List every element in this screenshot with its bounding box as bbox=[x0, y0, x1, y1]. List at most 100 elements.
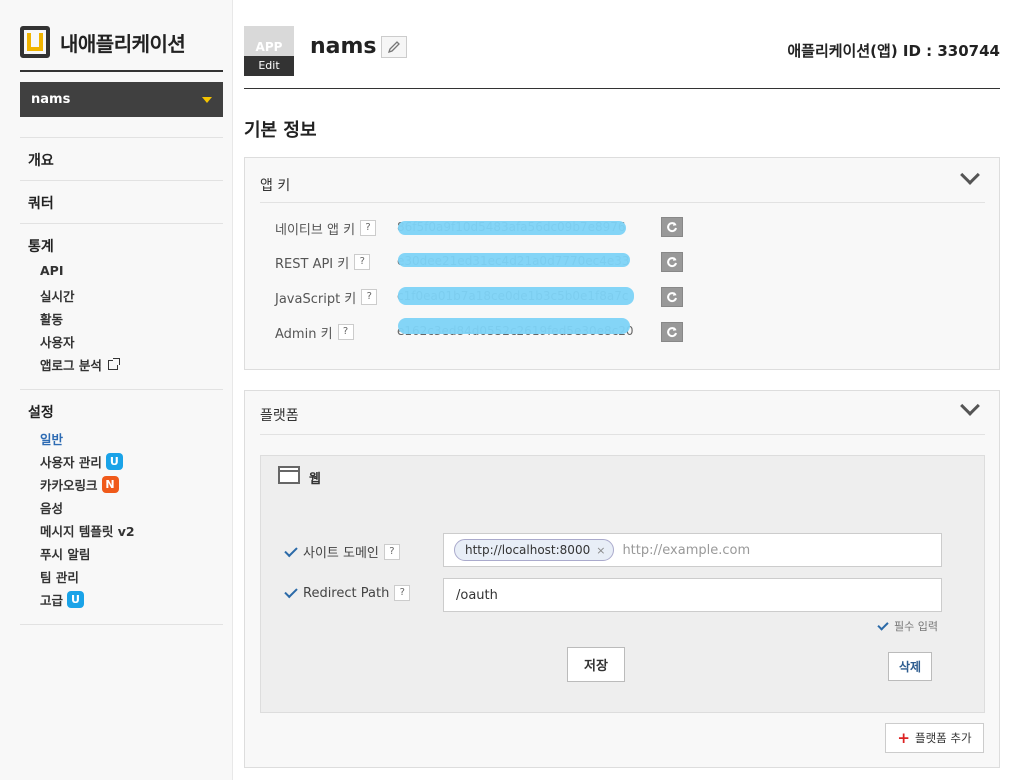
external-link-icon bbox=[107, 357, 120, 370]
redaction-mark bbox=[398, 221, 626, 235]
brand-logo[interactable]: 내애플리케이션 bbox=[20, 24, 186, 60]
sidebar-item-kakaolink[interactable]: 카카오링크 N bbox=[40, 475, 119, 494]
logo-icon bbox=[20, 26, 50, 58]
help-icon[interactable]: ? bbox=[337, 324, 354, 340]
chevron-down-icon[interactable] bbox=[960, 396, 980, 416]
key-row-admin: Admin 키 ? bbox=[275, 320, 354, 344]
add-platform-button[interactable]: + 플랫폼 추가 bbox=[885, 723, 984, 753]
site-domain-input[interactable]: http://localhost:8000 × http://example.c… bbox=[443, 533, 942, 567]
required-note-text: 필수 입력 bbox=[894, 620, 938, 633]
regenerate-key-button[interactable] bbox=[661, 252, 683, 272]
sidebar-section-settings[interactable]: 설정 bbox=[28, 402, 54, 422]
sidebar-item-advanced[interactable]: 고급 U bbox=[40, 590, 85, 609]
key-row-javascript: JavaScript 키 ? bbox=[275, 285, 378, 309]
check-icon bbox=[284, 543, 298, 557]
domain-chip[interactable]: http://localhost:8000 × bbox=[454, 539, 615, 561]
site-domain-placeholder: http://example.com bbox=[622, 542, 751, 558]
sidebar-section-stats[interactable]: 통계 bbox=[28, 236, 54, 256]
edit-name-button[interactable] bbox=[381, 36, 407, 58]
thumbnail-placeholder-text: APP bbox=[255, 40, 283, 54]
divider bbox=[244, 88, 1000, 89]
sidebar-item-activity[interactable]: 활동 bbox=[40, 309, 63, 328]
update-badge: U bbox=[105, 453, 123, 470]
refresh-icon bbox=[667, 257, 677, 268]
help-icon[interactable]: ? bbox=[394, 585, 411, 601]
field-label-text: Redirect Path bbox=[303, 585, 390, 601]
panel-title: 플랫폼 bbox=[260, 408, 299, 424]
plus-icon: + bbox=[897, 729, 910, 747]
divider bbox=[20, 70, 223, 72]
app-keys-panel: 앱 키 네이티브 앱 키 ? 86f5f0a9f10d5483afa56dc09… bbox=[244, 157, 1000, 370]
required-note: 필수 입력 bbox=[877, 618, 938, 634]
web-platform-box: 웹 사이트 도메인 ? http://localhost:8000 × http… bbox=[260, 455, 985, 713]
app-name: nams bbox=[310, 34, 377, 59]
sidebar-item-label: 음성 bbox=[40, 501, 64, 516]
app-selector[interactable]: nams bbox=[20, 82, 223, 117]
check-icon bbox=[284, 584, 298, 599]
app-thumbnail[interactable]: APP Edit bbox=[244, 26, 294, 76]
divider bbox=[260, 434, 985, 435]
sidebar-item-realtime[interactable]: 실시간 bbox=[40, 286, 75, 305]
regenerate-key-button[interactable] bbox=[661, 217, 683, 237]
field-label-text: 사이트 도메인 bbox=[303, 546, 379, 561]
redaction-mark bbox=[398, 287, 634, 305]
app-id: 애플리케이션(앱) ID : 330744 bbox=[787, 42, 1000, 60]
sidebar-item-label: 사용자 관리 bbox=[40, 455, 102, 470]
browser-window-icon bbox=[278, 466, 300, 484]
edit-thumbnail-button[interactable]: Edit bbox=[244, 56, 294, 76]
divider bbox=[20, 137, 223, 138]
sidebar-item-label: 고급 bbox=[40, 593, 64, 608]
sidebar-item-message-template[interactable]: 메시지 템플릿 v2 bbox=[40, 521, 135, 540]
sidebar-item-users[interactable]: 사용자 bbox=[40, 332, 75, 351]
remove-chip-icon[interactable]: × bbox=[596, 544, 605, 557]
sidebar-item-label: 카카오링크 bbox=[40, 478, 98, 493]
divider bbox=[20, 180, 223, 181]
divider bbox=[20, 624, 223, 625]
redirect-path-value: /oauth bbox=[456, 587, 498, 603]
redirect-path-label: Redirect Path ? bbox=[284, 584, 411, 601]
key-row-rest: REST API 키 ? bbox=[275, 250, 371, 274]
check-icon bbox=[877, 618, 889, 631]
divider bbox=[20, 223, 223, 224]
sidebar-item-label: 푸시 알림 bbox=[40, 547, 91, 562]
domain-chip-text: http://localhost:8000 bbox=[465, 543, 591, 557]
redirect-path-input[interactable]: /oauth bbox=[443, 578, 942, 612]
key-label: Admin 키 bbox=[275, 326, 333, 342]
sidebar-item-label: 앱로그 분석 bbox=[40, 358, 102, 373]
caret-down-icon bbox=[202, 97, 212, 103]
sidebar-item-quota[interactable]: 쿼터 bbox=[28, 193, 54, 213]
key-label: REST API 키 bbox=[275, 256, 350, 272]
sidebar-item-team[interactable]: 팀 관리 bbox=[40, 567, 79, 586]
regenerate-key-button[interactable] bbox=[661, 322, 683, 342]
sidebar-item-push[interactable]: 푸시 알림 bbox=[40, 544, 90, 563]
new-badge: N bbox=[101, 476, 119, 493]
sidebar: 내애플리케이션 nams 개요 쿼터 통계 API 실시간 활동 사용자 앱로그… bbox=[0, 0, 233, 780]
sidebar-item-label: 일반 bbox=[40, 432, 64, 447]
chevron-down-icon[interactable] bbox=[960, 165, 980, 185]
sidebar-item-label: 팀 관리 bbox=[40, 570, 79, 585]
help-icon[interactable]: ? bbox=[383, 543, 400, 560]
refresh-icon bbox=[667, 292, 677, 303]
save-button[interactable]: 저장 bbox=[567, 647, 625, 682]
sidebar-item-user-management[interactable]: 사용자 관리 U bbox=[40, 452, 123, 471]
help-icon[interactable]: ? bbox=[360, 220, 377, 236]
delete-button[interactable]: 삭제 bbox=[888, 652, 932, 681]
redaction-mark bbox=[398, 318, 630, 334]
help-icon[interactable]: ? bbox=[361, 289, 378, 305]
platform-panel: 플랫폼 웹 사이트 도메인 ? http://localhost:8000 × … bbox=[244, 390, 1000, 768]
web-platform-title: 웹 bbox=[309, 472, 321, 487]
pencil-icon bbox=[387, 41, 400, 54]
sidebar-item-applog[interactable]: 앱로그 분석 bbox=[40, 355, 120, 374]
sidebar-item-voice[interactable]: 음성 bbox=[40, 498, 63, 517]
update-badge: U bbox=[67, 591, 85, 608]
key-label: JavaScript 키 bbox=[275, 291, 357, 307]
sidebar-item-overview[interactable]: 개요 bbox=[28, 150, 54, 170]
regenerate-key-button[interactable] bbox=[661, 287, 683, 307]
sidebar-item-api[interactable]: API bbox=[40, 263, 64, 278]
key-label: 네이티브 앱 키 bbox=[275, 222, 356, 238]
help-icon[interactable]: ? bbox=[354, 254, 371, 270]
sidebar-item-general[interactable]: 일반 bbox=[40, 429, 63, 448]
panel-title: 앱 키 bbox=[260, 178, 291, 194]
brand-title: 내애플리케이션 bbox=[60, 31, 186, 56]
refresh-icon bbox=[667, 222, 677, 233]
